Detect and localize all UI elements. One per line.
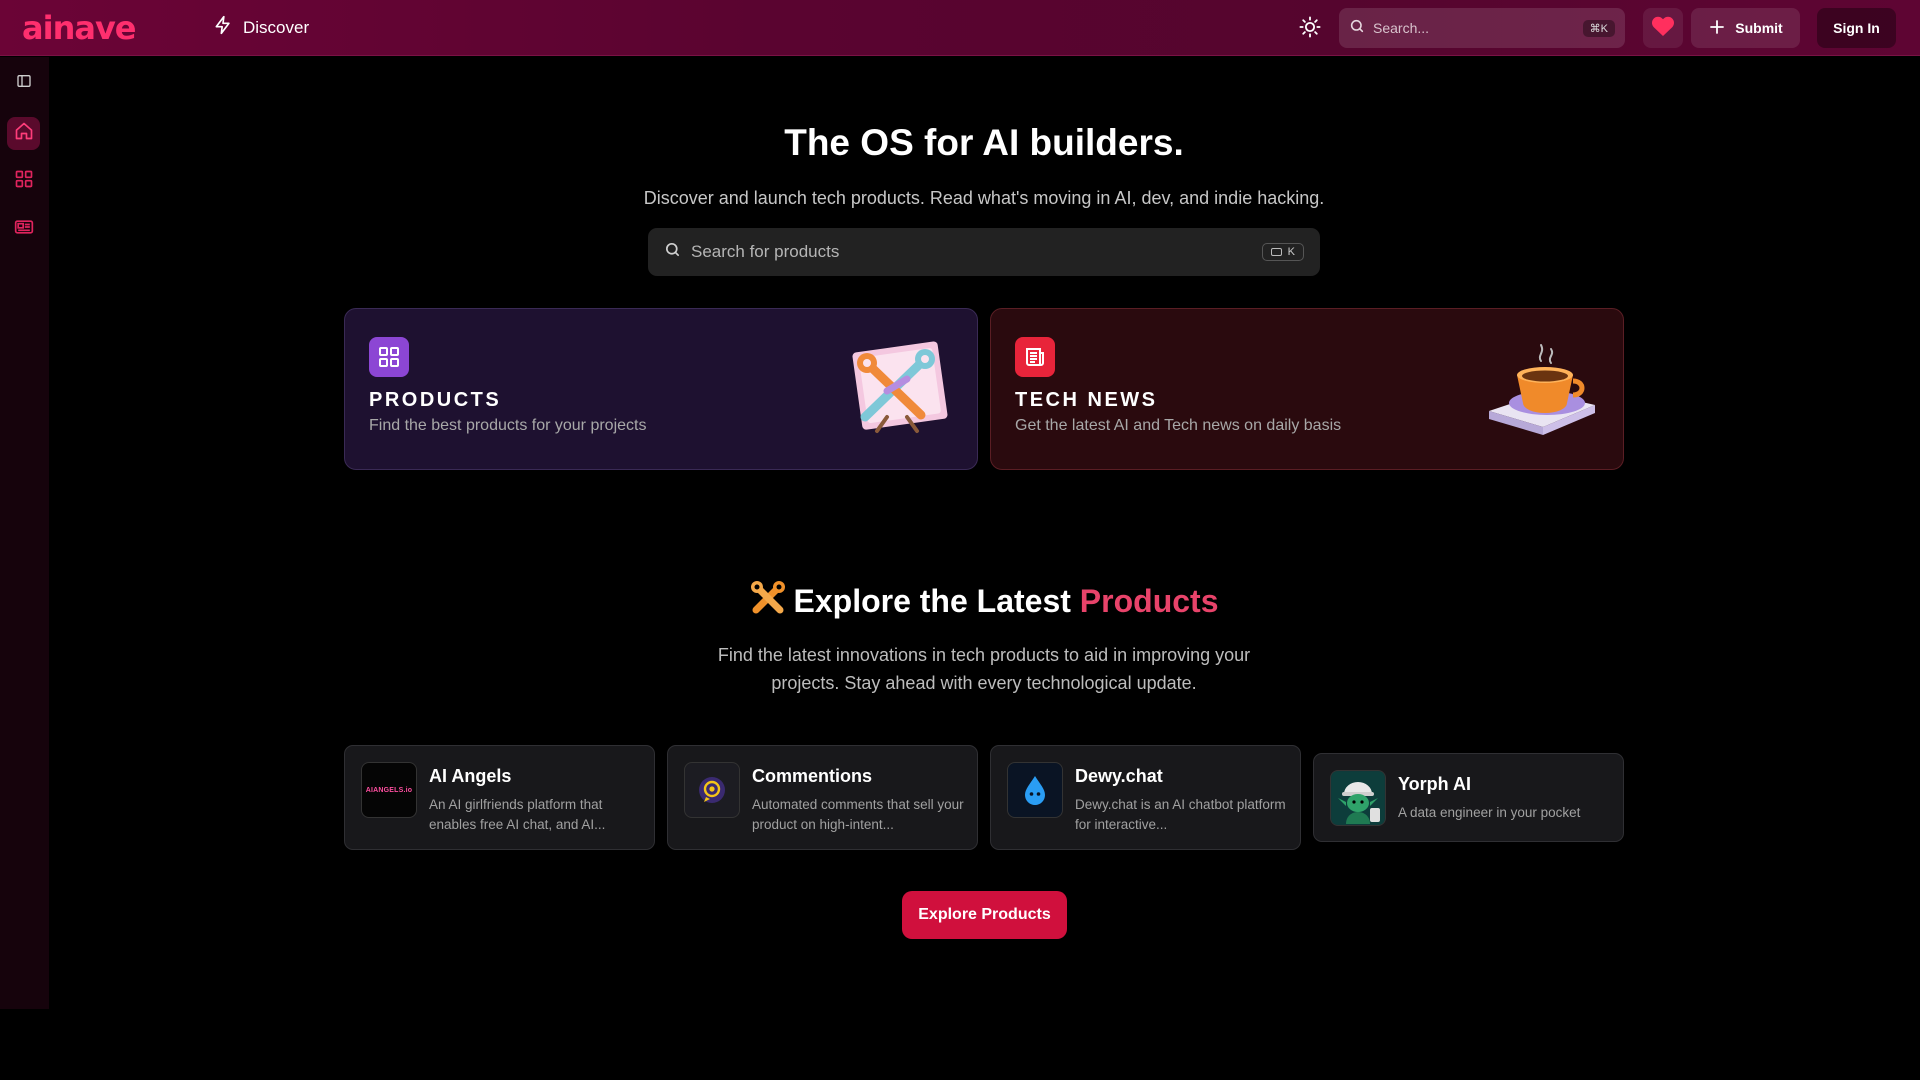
logo-text: ainave — [22, 9, 136, 47]
discover-label: Discover — [243, 17, 310, 37]
top-navigation-bar: ainave Discover Search... ⌘K Submit Sign… — [0, 0, 1920, 56]
product-card-ai-angels[interactable]: AIANGELS.io AI Angels An AI girlfriends … — [344, 745, 655, 850]
explore-section-subtitle: Find the latest innovations in tech prod… — [717, 645, 1251, 693]
yorph-ai-logo — [1330, 770, 1386, 826]
feature-title: TECH NEWS — [1015, 389, 1158, 411]
product-name: Commentions — [752, 766, 873, 786]
product-description: Automated comments that sell your produc… — [752, 797, 964, 832]
product-card-dewy-chat[interactable]: Dewy.chat Dewy.chat is an AI chatbot pla… — [990, 745, 1301, 850]
sun-icon — [1299, 15, 1321, 43]
product-card-yorph-ai[interactable]: Yorph AI A data engineer in your pocket — [1313, 753, 1624, 842]
theme-toggle-button[interactable] — [1297, 15, 1323, 43]
favorites-button[interactable] — [1643, 8, 1683, 48]
product-name: Dewy.chat — [1075, 766, 1163, 786]
hero-subtitle: Discover and launch tech products. Read … — [643, 188, 1325, 208]
coffee-cup-icon — [1483, 331, 1601, 449]
heart-icon — [1651, 15, 1675, 42]
header-search-placeholder: Search... — [1373, 20, 1430, 36]
product-search-input[interactable]: Search for products K — [648, 228, 1320, 276]
sidebar-toggle-button[interactable] — [7, 67, 40, 100]
grid-icon — [369, 337, 409, 377]
commentions-icon — [699, 777, 725, 803]
command-key-icon — [1270, 248, 1282, 256]
explore-title-prefix: Explore the Latest — [793, 583, 1080, 619]
search-icon — [664, 241, 681, 263]
explore-products-button[interactable]: Explore Products — [902, 891, 1067, 939]
submit-label: Submit — [1735, 20, 1783, 36]
sign-in-label: Sign In — [1833, 20, 1880, 36]
product-description: A data engineer in your pocket — [1398, 805, 1581, 820]
product-description: Dewy.chat is an AI chatbot platform for … — [1075, 797, 1286, 832]
logo-text: AIANGELS.io — [365, 786, 413, 794]
tech-news-feature-card[interactable]: TECH NEWS Get the latest AI and Tech new… — [990, 308, 1624, 470]
hero-title: The OS for AI builders. — [784, 122, 1184, 163]
ai-angels-logo: AIANGELS.io — [361, 762, 417, 818]
newspaper-icon — [1015, 337, 1055, 377]
header-search-input[interactable]: Search... ⌘K — [1339, 8, 1625, 48]
plus-icon — [1708, 18, 1726, 39]
sidebar-item-news[interactable] — [7, 213, 40, 246]
commentions-logo — [684, 762, 740, 818]
newspaper-icon — [14, 217, 34, 242]
discover-nav-link[interactable]: Discover — [213, 15, 309, 40]
tools-icon — [837, 331, 955, 449]
feature-title: PRODUCTS — [369, 389, 502, 411]
submit-button[interactable]: Submit — [1691, 8, 1800, 48]
explore-title-highlight: Products — [1079, 583, 1219, 619]
shortcut-key: K — [1287, 246, 1295, 258]
water-drop-bot-icon — [1025, 776, 1045, 805]
lightning-icon — [213, 15, 233, 40]
goblin-engineer-icon — [1332, 772, 1384, 824]
product-name: AI Angels — [429, 766, 512, 786]
feature-description: Get the latest AI and Tech news on daily… — [1015, 417, 1342, 434]
search-shortcut-badge: ⌘K — [1582, 19, 1615, 37]
product-search-placeholder: Search for products — [691, 242, 840, 261]
tools-icon — [750, 580, 786, 616]
product-card-commentions[interactable]: Commentions Automated comments that sell… — [667, 745, 978, 850]
products-feature-card[interactable]: PRODUCTS Find the best products for your… — [344, 308, 978, 470]
dewy-chat-logo — [1007, 762, 1063, 818]
search-icon — [1349, 18, 1365, 39]
search-shortcut-badge: K — [1261, 243, 1304, 261]
ainave-logo[interactable]: ainave — [22, 9, 136, 47]
sign-in-button[interactable]: Sign In — [1817, 8, 1896, 48]
sidebar-toggle-icon — [16, 73, 32, 94]
explore-section-title: Explore the Latest Products — [0, 580, 1920, 620]
product-name: Yorph AI — [1398, 774, 1471, 794]
feature-description: Find the best products for your projects — [369, 417, 647, 434]
product-description: An AI girlfriends platform that enables … — [429, 797, 606, 832]
